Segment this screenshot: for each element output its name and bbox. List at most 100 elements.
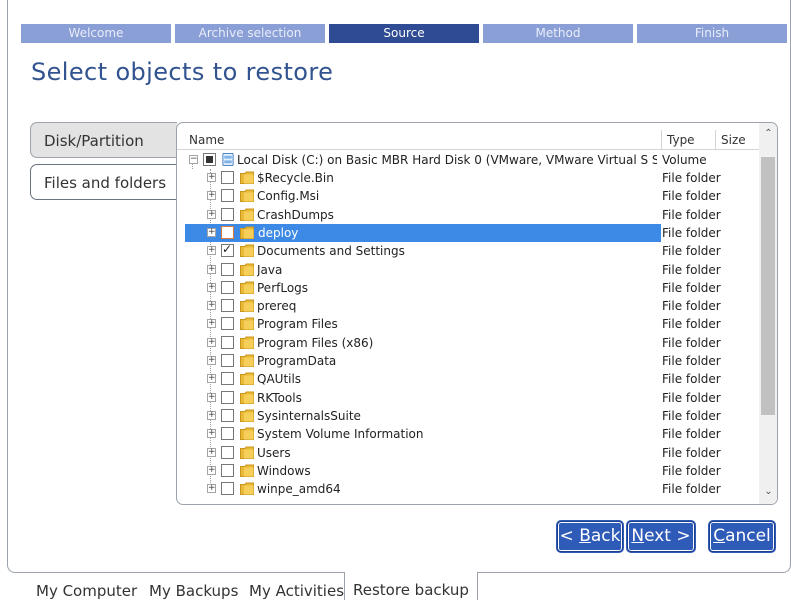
checkbox[interactable]	[221, 427, 234, 441]
back-prefix: <	[559, 526, 580, 546]
expand-icon[interactable]: +	[207, 191, 216, 201]
tree-row[interactable]: + RKTools File folder	[185, 389, 759, 407]
tree-row[interactable]: + Users File folder	[185, 444, 759, 462]
tree-row[interactable]: + prereq File folder	[185, 297, 759, 315]
folder-type: File folder	[662, 207, 721, 222]
checkbox[interactable]	[221, 189, 234, 203]
tree-row[interactable]: + QAUtils File folder	[185, 370, 759, 388]
tree-row[interactable]: + SysinternalsSuite File folder	[185, 407, 759, 425]
tree-row[interactable]: + Program Files (x86) File folder	[185, 334, 759, 352]
tree-row[interactable]: + Config.Msi File folder	[185, 187, 759, 205]
vertical-scrollbar[interactable]: ⌃ ⌄	[759, 123, 777, 504]
expand-icon[interactable]: +	[207, 337, 216, 347]
scroll-down-icon[interactable]: ⌄	[759, 483, 777, 501]
tab-my-computer[interactable]: My Computer	[36, 573, 137, 600]
expand-icon[interactable]: +	[207, 356, 216, 365]
checkbox[interactable]	[221, 463, 234, 477]
tree-row[interactable]: + Windows File folder	[185, 462, 759, 480]
checkbox[interactable]	[221, 207, 234, 221]
file-tree-table: Name Type Size − Local Disk (C:) on Basi…	[176, 122, 778, 505]
collapse-icon[interactable]: −	[189, 155, 198, 164]
folder-name: winpe_amd64	[257, 482, 341, 497]
tree-row-root[interactable]: − Local Disk (C:) on Basic MBR Hard Disk…	[185, 151, 759, 169]
column-header-size[interactable]: Size	[715, 130, 759, 150]
expand-icon[interactable]: +	[207, 282, 216, 292]
tree-row[interactable]: + $Recycle.Bin File folder	[185, 169, 759, 187]
tree-row[interactable]: + winpe_amd64 File folder	[185, 480, 759, 498]
expand-icon[interactable]: +	[207, 429, 216, 439]
tree-row[interactable]: + Program Files File folder	[185, 315, 759, 333]
folder-icon	[240, 391, 254, 404]
expand-icon[interactable]: +	[207, 264, 216, 274]
step-archive-selection: Archive selection	[175, 24, 325, 43]
tab-disk-partition[interactable]: Disk/Partition	[30, 122, 177, 158]
checkbox[interactable]	[221, 482, 234, 496]
expand-icon[interactable]: +	[207, 246, 216, 256]
expand-icon[interactable]: +	[207, 410, 216, 420]
back-button[interactable]: < Back	[557, 521, 623, 552]
checkbox[interactable]	[221, 408, 234, 422]
checkbox[interactable]	[221, 262, 234, 276]
checkbox[interactable]	[221, 317, 234, 331]
checkbox-root[interactable]	[203, 153, 216, 166]
folder-type: File folder	[662, 354, 721, 368]
folder-name: RKTools	[257, 390, 302, 405]
column-header-name[interactable]: Name	[185, 130, 661, 150]
expand-icon[interactable]: +	[207, 209, 216, 219]
tab-my-backups[interactable]: My Backups	[149, 573, 238, 600]
checkbox[interactable]	[221, 390, 234, 404]
folder-name: CrashDumps	[257, 207, 334, 222]
cancel-accel: C	[713, 526, 726, 546]
expand-icon[interactable]: +	[207, 465, 216, 475]
folder-name: Windows	[257, 463, 311, 478]
tab-restore-backup[interactable]: Restore backup	[344, 572, 478, 600]
column-header-type[interactable]: Type	[661, 130, 715, 150]
folder-icon	[240, 464, 254, 477]
checkbox[interactable]	[221, 280, 234, 294]
checkbox[interactable]	[221, 335, 234, 349]
folder-type: File folder	[662, 171, 721, 185]
folder-name: Documents and Settings	[257, 244, 405, 259]
checkbox[interactable]	[221, 242, 234, 258]
checkbox[interactable]	[221, 225, 234, 239]
tree-row[interactable]: + deploy File folder	[185, 223, 759, 242]
folder-icon	[240, 244, 254, 258]
scroll-up-icon[interactable]: ⌃	[759, 125, 777, 143]
step-welcome: Welcome	[21, 24, 171, 43]
tab-my-activities[interactable]: My Activities	[249, 573, 344, 600]
folder-name: Program Files	[257, 317, 338, 332]
checkbox[interactable]	[221, 299, 234, 313]
expand-icon[interactable]: +	[207, 227, 216, 237]
expand-icon[interactable]: +	[207, 484, 216, 494]
folder-name: QAUtils	[257, 372, 302, 387]
expand-icon[interactable]: +	[207, 374, 216, 384]
checkbox[interactable]	[221, 372, 234, 386]
expand-icon[interactable]: +	[207, 301, 216, 311]
checkbox[interactable]	[221, 354, 234, 367]
scrollbar-thumb[interactable]	[761, 157, 775, 415]
tree-row[interactable]: + CrashDumps File folder	[185, 206, 759, 224]
folder-type: File folder	[662, 335, 721, 350]
tree-row[interactable]: + ProgramData File folder	[185, 352, 759, 370]
tree-row[interactable]: + System Volume Information File folder	[185, 425, 759, 443]
folder-icon	[240, 427, 254, 441]
folder-icon	[240, 336, 254, 349]
folder-type: File folder	[662, 372, 721, 387]
folder-type: File folder	[662, 189, 721, 204]
checkbox[interactable]	[221, 445, 234, 459]
expand-icon[interactable]: +	[207, 173, 216, 182]
folder-icon	[240, 208, 254, 221]
expand-icon[interactable]: +	[207, 447, 216, 457]
checkbox[interactable]	[221, 171, 234, 184]
next-button[interactable]: Next >	[627, 521, 695, 552]
tree-row[interactable]: + Documents and Settings File folder	[185, 242, 759, 260]
folder-icon	[240, 189, 254, 203]
expand-icon[interactable]: +	[207, 319, 216, 329]
expand-icon[interactable]: +	[207, 392, 216, 402]
folder-name: $Recycle.Bin	[257, 171, 334, 185]
folder-name: SysinternalsSuite	[257, 408, 361, 423]
tree-row[interactable]: + Java File folder	[185, 261, 759, 279]
tab-files-and-folders[interactable]: Files and folders	[30, 164, 177, 200]
tree-row[interactable]: + PerfLogs File folder	[185, 279, 759, 297]
cancel-button[interactable]: Cancel	[709, 521, 775, 552]
